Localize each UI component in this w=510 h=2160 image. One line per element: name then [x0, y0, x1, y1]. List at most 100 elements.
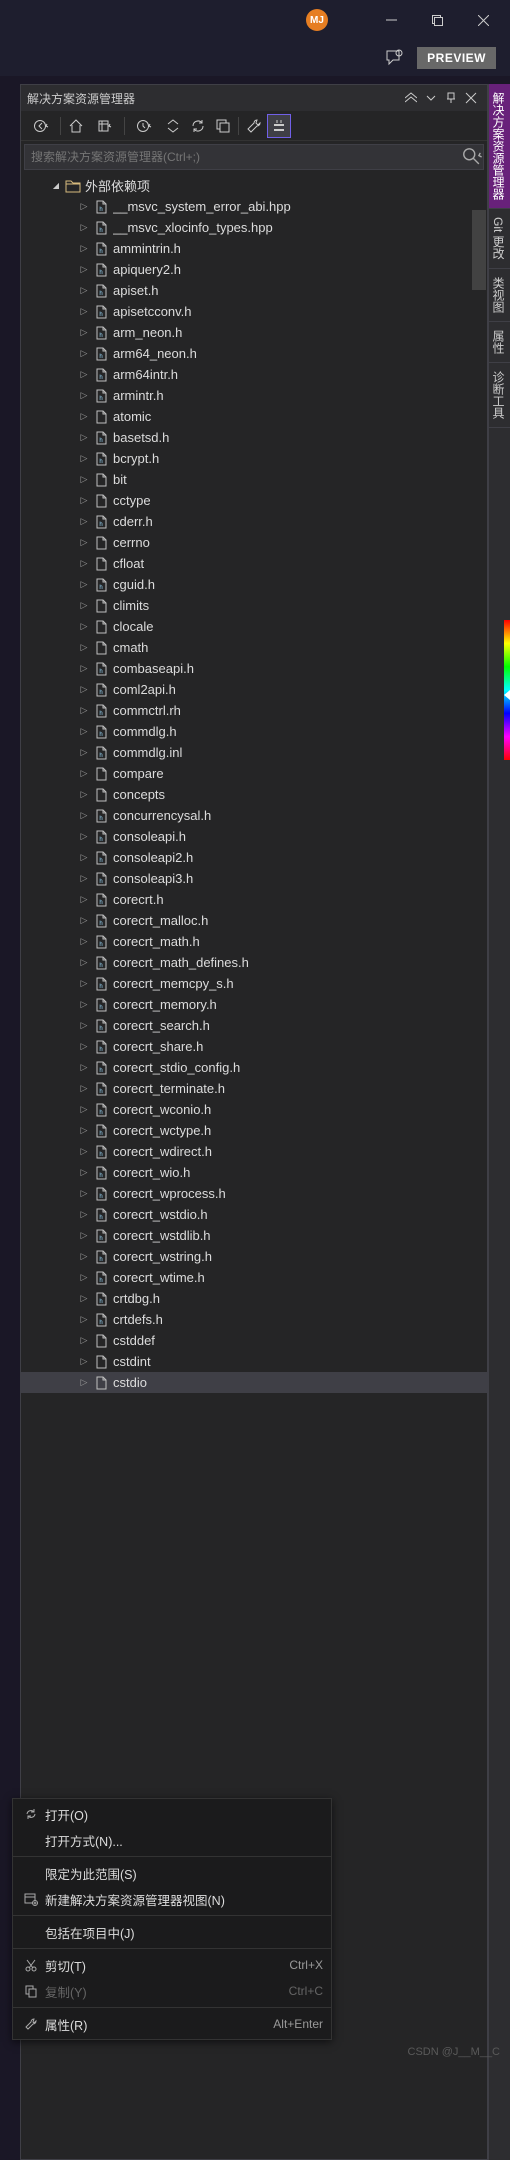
expand-caret-icon[interactable] [77, 1167, 91, 1178]
tree-file-row[interactable]: bit [21, 469, 487, 490]
expand-caret-icon[interactable] [77, 327, 91, 338]
expand-caret-icon[interactable] [77, 348, 91, 359]
expand-caret-icon[interactable] [77, 558, 91, 569]
show-all-files-button[interactable] [267, 114, 291, 138]
expand-caret-icon[interactable] [77, 726, 91, 737]
user-avatar[interactable]: MJ [306, 9, 328, 31]
tree-file-row[interactable]: cctype [21, 490, 487, 511]
expand-caret-icon[interactable] [77, 936, 91, 947]
maximize-button[interactable] [414, 5, 460, 35]
expand-caret-icon[interactable] [77, 432, 91, 443]
tree-file-row[interactable]: hcderr.h [21, 511, 487, 532]
context-menu-item[interactable]: 剪切(T)Ctrl+X [13, 1952, 331, 1978]
tree-file-row[interactable]: concepts [21, 784, 487, 805]
panel-close-button[interactable] [461, 88, 481, 108]
expand-caret-icon[interactable] [77, 852, 91, 863]
dropdown-button[interactable] [421, 88, 441, 108]
expand-caret-icon[interactable] [77, 411, 91, 422]
collapse-all-button[interactable] [211, 114, 235, 138]
refresh-button[interactable] [186, 114, 210, 138]
tree-file-row[interactable]: cstddef [21, 1330, 487, 1351]
tree-file-row[interactable]: harm_neon.h [21, 322, 487, 343]
tree-file-row[interactable]: hconcurrencysal.h [21, 805, 487, 826]
expand-caret-icon[interactable] [77, 999, 91, 1010]
expand-caret-icon[interactable] [77, 705, 91, 716]
expand-caret-icon[interactable] [77, 537, 91, 548]
expand-caret-icon[interactable] [77, 894, 91, 905]
tree-file-row[interactable]: h__msvc_system_error_abi.hpp [21, 196, 487, 217]
tree-file-row[interactable]: hcorecrt_wstdio.h [21, 1204, 487, 1225]
expand-caret-icon[interactable] [77, 1041, 91, 1052]
context-menu-item[interactable]: 打开方式(N)... [13, 1827, 331, 1853]
expand-caret-icon[interactable] [77, 1272, 91, 1283]
tree-file-row[interactable]: atomic [21, 406, 487, 427]
tree-file-row[interactable]: harmintr.h [21, 385, 487, 406]
tree-file-row[interactable]: hcommctrl.rh [21, 700, 487, 721]
sidetab-diagnostics[interactable]: 诊断工具 [489, 363, 510, 428]
expand-caret-icon[interactable] [77, 1251, 91, 1262]
expand-caret-icon[interactable] [77, 222, 91, 233]
search-input[interactable] [25, 150, 461, 164]
minimize-button[interactable] [368, 5, 414, 35]
expand-caret-icon[interactable] [77, 201, 91, 212]
tree-folder-row[interactable]: 外部依赖项 [21, 175, 487, 196]
search-bar[interactable] [24, 144, 484, 170]
expand-caret-icon[interactable] [77, 747, 91, 758]
tree-file-row[interactable]: hconsoleapi.h [21, 826, 487, 847]
context-menu-item[interactable]: 打开(O) [13, 1801, 331, 1827]
expand-caret-icon[interactable] [77, 642, 91, 653]
tree-file-row[interactable]: hbcrypt.h [21, 448, 487, 469]
tree-file-row[interactable]: hcorecrt_wtime.h [21, 1267, 487, 1288]
expand-caret-icon[interactable] [77, 831, 91, 842]
switch-views-button[interactable] [89, 114, 121, 138]
expand-caret-icon[interactable] [77, 1335, 91, 1346]
tree-file-row[interactable]: hcorecrt_wconio.h [21, 1099, 487, 1120]
expand-caret-icon[interactable] [77, 1104, 91, 1115]
context-menu-item[interactable]: 属性(R)Alt+Enter [13, 2011, 331, 2037]
expand-caret-icon[interactable] [77, 495, 91, 506]
expand-caret-icon[interactable] [77, 1083, 91, 1094]
pin-button[interactable] [441, 88, 461, 108]
tree-file-row[interactable]: hcorecrt_wprocess.h [21, 1183, 487, 1204]
expand-caret-icon[interactable] [77, 1230, 91, 1241]
tree-file-row[interactable]: hapiquery2.h [21, 259, 487, 280]
back-button[interactable] [25, 114, 57, 138]
context-menu-item[interactable]: 限定为此范围(S) [13, 1860, 331, 1886]
expand-caret-icon[interactable] [77, 978, 91, 989]
tree-file-row[interactable]: hcorecrt_malloc.h [21, 910, 487, 931]
expand-caret-icon[interactable] [77, 600, 91, 611]
tree-file-row[interactable]: hcorecrt_search.h [21, 1015, 487, 1036]
expand-caret-icon[interactable] [77, 1293, 91, 1304]
search-icon[interactable] [461, 146, 483, 168]
expand-caret-icon[interactable] [77, 810, 91, 821]
expand-caret-icon[interactable] [77, 285, 91, 296]
expand-caret-icon[interactable] [77, 684, 91, 695]
tree-file-row[interactable]: climits [21, 595, 487, 616]
tree-file-row[interactable]: hammintrin.h [21, 238, 487, 259]
tree-file-row[interactable]: hcombaseapi.h [21, 658, 487, 679]
tree-file-row[interactable]: hcorecrt_wstdlib.h [21, 1225, 487, 1246]
tree-file-row[interactable]: hcorecrt_wctype.h [21, 1120, 487, 1141]
tree-file-row[interactable]: hcguid.h [21, 574, 487, 595]
expand-caret-icon[interactable] [77, 1125, 91, 1136]
scrollbar-thumb[interactable] [472, 210, 486, 290]
tree-file-row[interactable]: cfloat [21, 553, 487, 574]
context-menu-item[interactable]: 包括在项目中(J) [13, 1919, 331, 1945]
tree-file-row[interactable]: harm64_neon.h [21, 343, 487, 364]
expand-caret-icon[interactable] [77, 1188, 91, 1199]
tree-file-row[interactable]: hcorecrt_math_defines.h [21, 952, 487, 973]
home-button[interactable] [64, 114, 88, 138]
collapse-caret-icon[interactable] [49, 181, 63, 190]
expand-caret-icon[interactable] [77, 243, 91, 254]
context-menu-item[interactable]: 新建解决方案资源管理器视图(N) [13, 1886, 331, 1912]
feedback-icon[interactable] [385, 49, 403, 67]
tree-file-row[interactable]: hcoml2api.h [21, 679, 487, 700]
tree-file-row[interactable]: harm64intr.h [21, 364, 487, 385]
expand-caret-icon[interactable] [77, 516, 91, 527]
tree-file-row[interactable]: hcommdlg.h [21, 721, 487, 742]
tree-file-row[interactable]: hcorecrt_wdirect.h [21, 1141, 487, 1162]
expand-caret-icon[interactable] [77, 873, 91, 884]
tree-file-row[interactable]: hcorecrt_math.h [21, 931, 487, 952]
expand-caret-icon[interactable] [77, 1209, 91, 1220]
tree-file-row[interactable]: hapiset.h [21, 280, 487, 301]
